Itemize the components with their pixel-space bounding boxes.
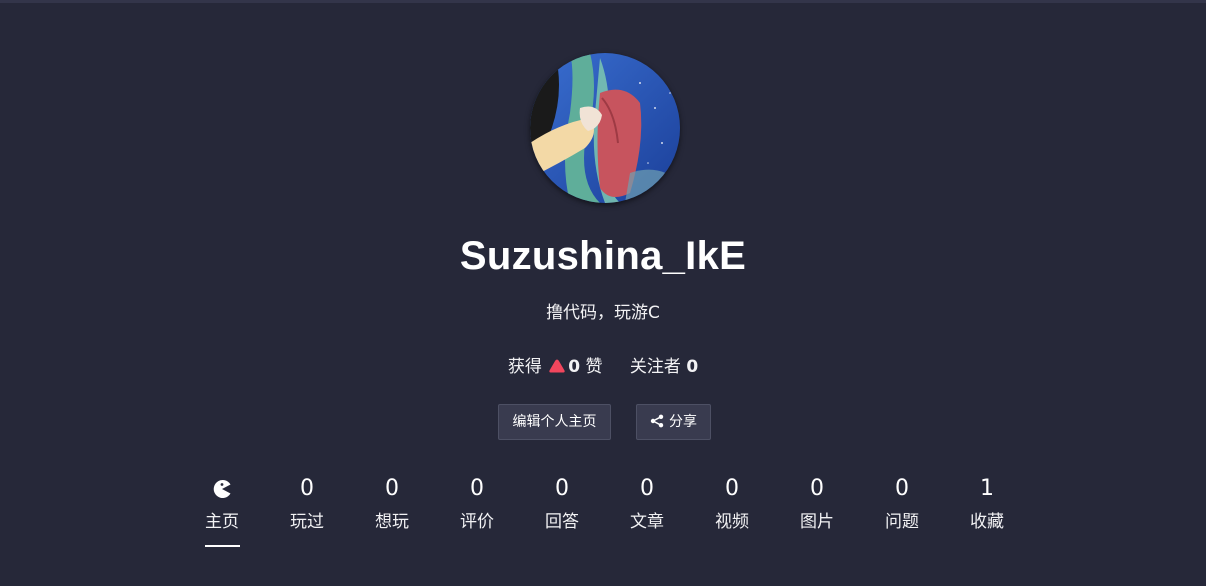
tab-count: 0	[725, 476, 739, 501]
tab-count: 0	[640, 476, 654, 501]
tab-pictures[interactable]: 0 图片	[777, 472, 857, 533]
username: Suzushina_IkE	[459, 234, 747, 278]
edit-profile-label: 编辑个人主页	[512, 414, 597, 430]
tab-label: 视频	[715, 512, 749, 532]
bio-text: 撸代码，玩游C	[546, 303, 660, 323]
tab-reviews[interactable]: 0 评价	[437, 472, 517, 533]
tab-home-icon-wrap	[182, 472, 262, 506]
active-tab-indicator	[204, 545, 240, 547]
edit-profile-button[interactable]: 编辑个人主页	[498, 404, 611, 440]
tab-label: 图片	[800, 512, 834, 532]
likes-stat: 获得 0 赞	[508, 352, 603, 377]
tab-want-to-play[interactable]: 0 想玩	[352, 472, 432, 533]
tab-count: 0	[300, 476, 314, 501]
tab-label: 想玩	[375, 512, 409, 532]
tab-label: 文章	[630, 512, 664, 532]
tab-home[interactable]: 主页	[182, 472, 262, 547]
share-label: 分享	[669, 414, 697, 430]
tab-label: 评价	[460, 512, 494, 532]
tab-label: 回答	[545, 512, 579, 532]
profile-header: Suzushina_IkE 撸代码，玩游C 获得 0 赞 关注者 0 编辑个人主…	[0, 0, 1206, 586]
tab-count: 0	[810, 476, 824, 501]
tab-count: 0	[895, 476, 909, 501]
share-button[interactable]: 分享	[636, 404, 711, 440]
likes-count: 0	[568, 357, 581, 377]
tab-articles[interactable]: 0 文章	[607, 472, 687, 533]
followers-count: 0	[686, 357, 699, 377]
tab-played[interactable]: 0 玩过	[267, 472, 347, 533]
like-icon	[549, 359, 565, 373]
stats-row: 获得 0 赞 关注者 0	[0, 352, 1206, 377]
followers-stat[interactable]: 关注者 0	[630, 352, 698, 377]
avatar-image	[530, 53, 680, 203]
tab-count: 0	[470, 476, 484, 501]
tab-label: 问题	[885, 512, 919, 532]
tab-label: 收藏	[970, 512, 1004, 532]
followers-label: 关注者	[629, 357, 681, 377]
share-icon	[650, 414, 664, 428]
tab-label: 玩过	[290, 512, 324, 532]
tab-answers[interactable]: 0 回答	[522, 472, 602, 533]
tab-videos[interactable]: 0 视频	[692, 472, 772, 533]
tab-favorites[interactable]: 1 收藏	[947, 472, 1027, 533]
pacman-icon	[213, 480, 231, 498]
tab-count: 1	[980, 476, 994, 501]
tab-label: 主页	[205, 512, 239, 532]
tab-count: 0	[385, 476, 399, 501]
likes-prefix: 获得	[507, 357, 542, 377]
likes-suffix: 赞	[585, 357, 603, 377]
tab-count: 0	[555, 476, 569, 501]
avatar[interactable]	[530, 53, 680, 203]
tab-questions[interactable]: 0 问题	[862, 472, 942, 533]
